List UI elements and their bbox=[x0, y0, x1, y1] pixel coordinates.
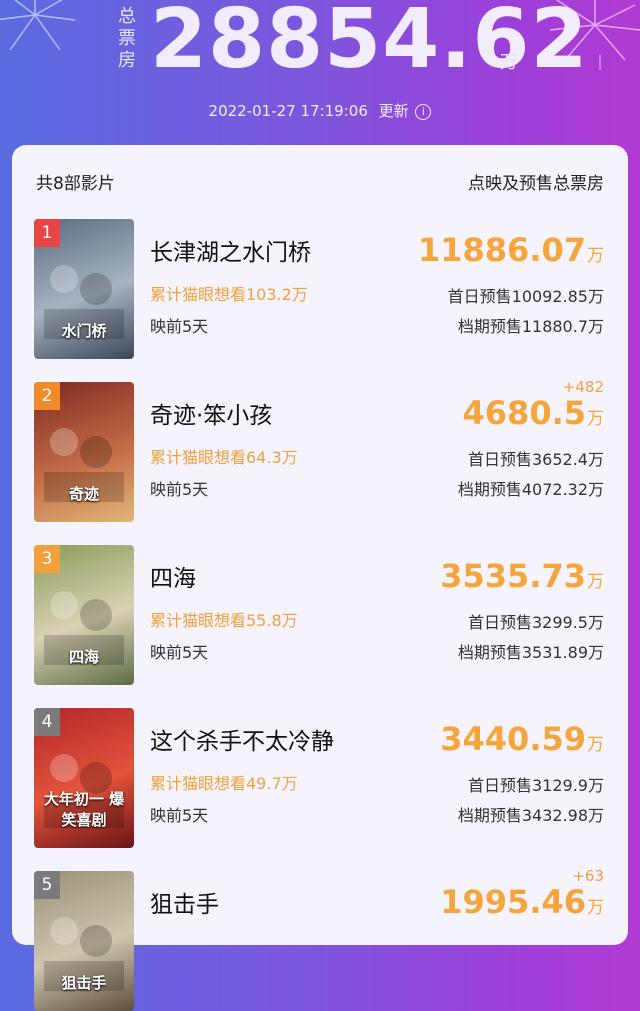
want-to-see-count: 累计猫眼想看55.8万 bbox=[150, 611, 298, 630]
box-office-unit: 万 bbox=[587, 735, 604, 755]
movie-row[interactable]: 四海 3 四海 累计猫眼想看55.8万 映前5天 3535.73万 首日预售32… bbox=[12, 545, 628, 685]
rank-badge: 4 bbox=[34, 708, 60, 736]
box-office-unit: 万 bbox=[587, 409, 604, 429]
movie-title[interactable]: 狙击手 bbox=[150, 885, 219, 919]
rank-badge: 5 bbox=[34, 871, 60, 899]
box-office-unit: 万 bbox=[587, 572, 604, 592]
box-office-value: 3440.59 bbox=[440, 720, 586, 758]
period-presale: 档期预售11880.7万 bbox=[457, 317, 604, 336]
movie-row[interactable]: 大年初一 爆笑喜剧 4 这个杀手不太冷静 累计猫眼想看49.7万 映前5天 34… bbox=[12, 708, 628, 848]
box-office-unit: 万 bbox=[587, 898, 604, 918]
rank-badge: 3 bbox=[34, 545, 60, 573]
box-office-amount: 11886.07万 bbox=[418, 231, 604, 269]
movie-count-label: 共8部影片 bbox=[36, 174, 115, 194]
movie-title[interactable]: 奇迹·笨小孩 bbox=[150, 396, 272, 430]
first-day-presale: 首日预售3652.4万 bbox=[468, 450, 604, 469]
first-day-presale: 首日预售3129.9万 bbox=[468, 776, 604, 795]
total-box-office-label: 总票房 bbox=[118, 6, 136, 72]
box-office-value: 1995.46 bbox=[440, 883, 586, 921]
movie-poster[interactable]: 四海 3 bbox=[34, 545, 134, 685]
poster-text: 奇迹 bbox=[68, 485, 99, 503]
want-to-see-count: 累计猫眼想看103.2万 bbox=[150, 285, 308, 304]
poster-text: 大年初一 爆笑喜剧 bbox=[43, 790, 125, 829]
movie-poster[interactable]: 水门桥 1 bbox=[34, 219, 134, 359]
rank-badge: 1 bbox=[34, 219, 60, 247]
movie-row[interactable]: 奇迹 2 奇迹·笨小孩 累计猫眼想看64.3万 映前5天 +482 4680.5… bbox=[12, 378, 628, 522]
update-time: 2022-01-27 17:19:06 bbox=[208, 102, 368, 120]
box-office-value: 4680.5 bbox=[462, 394, 586, 432]
update-timestamp-row[interactable]: 2022-01-27 17:19:06 更新 i bbox=[0, 100, 640, 121]
movie-poster[interactable]: 奇迹 2 bbox=[34, 382, 134, 522]
info-icon[interactable]: i bbox=[415, 103, 432, 120]
box-office-unit: 万 bbox=[587, 246, 604, 266]
movie-poster[interactable]: 大年初一 爆笑喜剧 4 bbox=[34, 708, 134, 848]
box-office-amount: 3535.73万 bbox=[440, 557, 604, 595]
poster-text: 狙击手 bbox=[61, 974, 107, 992]
total-label-text: 总票房 bbox=[118, 6, 137, 71]
column-header: 点映及预售总票房 bbox=[468, 174, 604, 194]
movie-title[interactable]: 四海 bbox=[150, 559, 196, 593]
firework-left-icon bbox=[0, 0, 76, 51]
movie-title[interactable]: 这个杀手不太冷静 bbox=[150, 722, 334, 756]
period-presale: 档期预售3531.89万 bbox=[457, 643, 604, 662]
movie-poster[interactable]: 狙击手 5 bbox=[34, 871, 134, 1011]
days-before-release: 映前5天 bbox=[150, 480, 209, 499]
movie-list-card: 共8部影片 点映及预售总票房 水门桥 1 长津湖之水门桥 累计猫眼想看103.2… bbox=[12, 145, 628, 1011]
box-office-amount: 3440.59万 bbox=[440, 720, 604, 758]
poster-text: 四海 bbox=[68, 648, 99, 666]
want-to-see-count: 累计猫眼想看49.7万 bbox=[150, 774, 298, 793]
days-before-release: 映前5天 bbox=[150, 643, 209, 662]
box-office-amount: 1995.46万 bbox=[440, 883, 604, 921]
days-before-release: 映前5天 bbox=[150, 806, 209, 825]
list-header: 共8部影片 点映及预售总票房 bbox=[36, 169, 604, 194]
first-day-presale: 首日预售3299.5万 bbox=[468, 613, 604, 632]
rank-badge: 2 bbox=[34, 382, 60, 410]
period-presale: 档期预售3432.98万 bbox=[457, 806, 604, 825]
first-day-presale: 首日预售10092.85万 bbox=[447, 287, 604, 306]
period-presale: 档期预售4072.32万 bbox=[457, 480, 604, 499]
movie-row[interactable]: 狙击手 5 狙击手 +63 1995.46万 bbox=[12, 867, 628, 1011]
box-office-value: 3535.73 bbox=[440, 557, 586, 595]
total-box-office-value: 28854.62 bbox=[150, 0, 589, 87]
update-label: 更新 bbox=[378, 102, 409, 120]
box-office-amount: 4680.5万 bbox=[463, 394, 604, 432]
total-unit: 万 bbox=[500, 52, 518, 73]
want-to-see-count: 累计猫眼想看64.3万 bbox=[150, 448, 298, 467]
movie-row[interactable]: 水门桥 1 长津湖之水门桥 累计猫眼想看103.2万 映前5天 11886.07… bbox=[12, 219, 628, 359]
movie-title[interactable]: 长津湖之水门桥 bbox=[150, 233, 311, 267]
box-office-value: 11886.07 bbox=[417, 231, 586, 269]
days-before-release: 映前5天 bbox=[150, 317, 209, 336]
poster-text: 水门桥 bbox=[61, 322, 107, 340]
